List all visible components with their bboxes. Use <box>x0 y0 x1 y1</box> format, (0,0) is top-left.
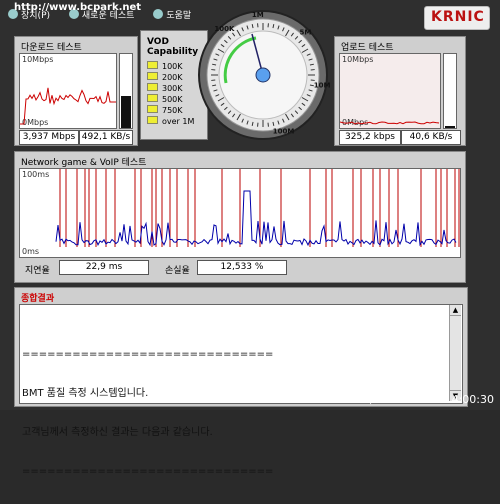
network-title: Network game & VoIP 테스트 <box>21 155 146 168</box>
upload-graph: 10Mbps 0Mbps <box>339 53 441 129</box>
upload-trace <box>340 54 440 128</box>
download-level-bar <box>119 53 133 129</box>
download-trace <box>20 54 116 128</box>
gauge-tick-label: 100K <box>214 25 235 33</box>
vod-item: 100K <box>147 61 197 72</box>
result-scrollbar[interactable]: ▲ ▼ <box>449 305 461 401</box>
vod-title: VOD Capability <box>147 37 197 57</box>
vod-item: over 1M <box>147 116 197 127</box>
vod-item: 200K <box>147 72 197 83</box>
krnic-logo: KRNIC <box>424 6 490 30</box>
network-trace <box>20 169 460 257</box>
download-title: 다운로드 테스트 <box>21 40 82 53</box>
download-panel: 다운로드 테스트 10Mbps 0Mbps 3,937 Mbps 492,1 K… <box>14 36 138 146</box>
help-icon <box>153 9 163 19</box>
upload-title: 업로드 테스트 <box>341 40 394 53</box>
app-window: 장치(P) 새로운 테스트 도움말 http://www.bcpark.net … <box>0 0 500 410</box>
timestamp: KHAI / 2003-01-29 14:00:30 <box>340 393 494 406</box>
gauge-tick-label: 1M <box>252 11 264 19</box>
latency-value: 22,9 ms <box>59 260 149 275</box>
loss-label: 손실율 <box>165 263 190 276</box>
gauge-tick-label: 5M <box>300 29 312 37</box>
scroll-up-icon[interactable]: ▲ <box>450 305 461 316</box>
upload-rate: 40,6 KB/s <box>401 130 461 145</box>
vod-item: 750K <box>147 105 197 116</box>
vod-list: VOD Capability 100K 200K 300K 500K 750K … <box>147 37 197 127</box>
menu-item-help[interactable]: 도움말 <box>153 8 191 21</box>
download-rate: 492,1 KB/s <box>79 130 133 145</box>
speed-gauge: 100K 1M 5M 10M 100M <box>196 8 330 142</box>
latency-label: 지연율 <box>25 263 50 276</box>
upload-speed: 325,2 kbps <box>339 130 401 145</box>
network-panel: Network game & VoIP 테스트 100ms 0ms 지연율 22… <box>14 151 466 283</box>
result-text: ============================== BMT 품질 측정… <box>22 322 442 504</box>
gauge-tick-label: 10M <box>314 81 330 89</box>
result-title: 종합결과 <box>21 291 54 304</box>
gauge-tick-label: 100M <box>273 127 295 135</box>
download-speed: 3,937 Mbps <box>19 130 79 145</box>
upload-level-bar <box>443 53 457 129</box>
loss-value: 12,533 % <box>197 260 287 275</box>
watermark: http://www.bcpark.net <box>14 2 141 13</box>
download-graph: 10Mbps 0Mbps <box>19 53 117 129</box>
upload-panel: 업로드 테스트 10Mbps 0Mbps 325,2 kbps 40,6 KB/… <box>334 36 466 146</box>
vod-item: 500K <box>147 94 197 105</box>
vod-item: 300K <box>147 83 197 94</box>
network-graph: 100ms 0ms <box>19 168 461 258</box>
